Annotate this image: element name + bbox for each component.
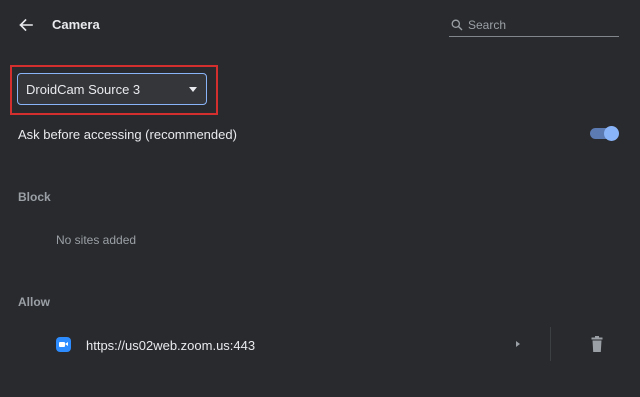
camera-settings-page: Camera DroidCam Source 3 Ask before acce… (0, 0, 640, 397)
dropdown-arrow-icon (189, 87, 197, 92)
ask-before-accessing-label: Ask before accessing (recommended) (18, 127, 237, 142)
allowed-site-row[interactable]: https://us02web.zoom.us:443 (0, 327, 640, 361)
search-icon (451, 18, 463, 31)
page-title: Camera (52, 17, 100, 32)
camera-source-select[interactable]: DroidCam Source 3 (17, 73, 207, 105)
toggle-knob (604, 126, 619, 141)
search-field[interactable] (449, 15, 619, 37)
row-divider (550, 327, 551, 361)
trash-icon[interactable] (590, 336, 604, 353)
search-input[interactable] (468, 15, 618, 35)
block-section-heading: Block (18, 190, 51, 204)
camera-source-value: DroidCam Source 3 (26, 82, 141, 97)
site-url[interactable]: https://us02web.zoom.us:443 (86, 338, 255, 353)
arrow-back-icon[interactable] (16, 15, 36, 35)
chevron-right-icon[interactable] (516, 341, 520, 347)
ask-before-accessing-toggle[interactable] (589, 126, 619, 141)
block-empty-text: No sites added (56, 233, 137, 247)
allow-section-heading: Allow (18, 295, 50, 309)
zoom-camera-icon (56, 337, 71, 352)
